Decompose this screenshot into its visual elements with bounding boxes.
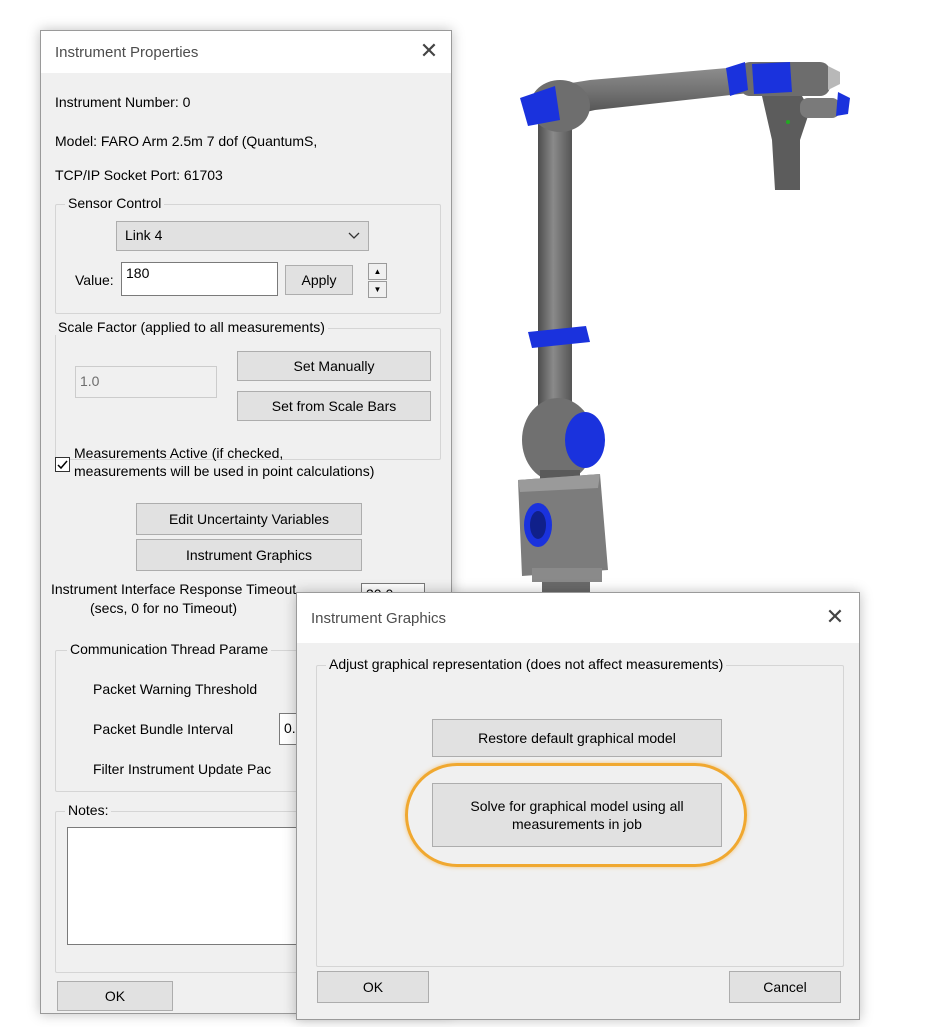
filter-update-label: Filter Instrument Update Pac [93,761,272,777]
comm-thread-label: Communication Thread Parame [67,641,272,657]
socket-port: TCP/IP Socket Port: 61703 [55,167,223,183]
sensor-control-label: Sensor Control [65,195,165,211]
instrument-graphics-dialog: Instrument Graphics ✕ Adjust graphical r… [296,592,860,1020]
value-label: Value: [75,272,114,288]
checkmark-icon [57,460,68,470]
set-from-scale-bars-button[interactable]: Set from Scale Bars [237,391,431,421]
packet-bundle-label: Packet Bundle Interval [93,721,234,737]
edit-uncertainty-button[interactable]: Edit Uncertainty Variables [136,503,362,535]
dialog-title: Instrument Properties [55,44,199,61]
instrument-properties-titlebar: Instrument Properties ✕ [41,31,451,73]
instrument-model: Model: FARO Arm 2.5m 7 dof (QuantumS, [55,133,318,149]
ok-button[interactable]: OK [57,981,173,1011]
measurements-active-checkbox[interactable] [55,457,70,472]
close-icon[interactable]: ✕ [823,605,847,629]
dialog-title: Instrument Graphics [311,610,447,627]
spin-down-button[interactable]: ▼ [368,281,387,298]
measurements-active-label-2: measurements will be used in point calcu… [74,463,375,479]
spin-up-button[interactable]: ▲ [368,263,387,280]
scale-factor-label: Scale Factor (applied to all measurement… [55,319,328,335]
arm-mid-band [528,326,590,348]
sensor-select[interactable]: Link 4 [116,221,369,251]
instrument-graphics-button[interactable]: Instrument Graphics [136,539,362,571]
close-icon[interactable]: ✕ [417,39,441,63]
notes-label: Notes: [65,802,112,818]
arm-vertical-segment [538,110,572,430]
restore-default-model-button[interactable]: Restore default graphical model [432,719,722,757]
timeout-label-1: Instrument Interface Response Timeout [51,581,297,597]
sensor-value-input[interactable]: 180 [121,262,278,296]
faro-arm-3d-model [518,62,850,594]
sensor-select-value: Link 4 [125,227,163,243]
scale-factor-input: 1.0 [75,366,217,398]
graphics-group-label: Adjust graphical representation (does no… [326,656,727,672]
instrument-number: Instrument Number: 0 [55,94,191,110]
set-manually-button[interactable]: Set Manually [237,351,431,381]
packet-warning-label: Packet Warning Threshold [93,681,258,697]
cancel-button[interactable]: Cancel [729,971,841,1003]
measurements-active-label-1: Measurements Active (if checked, [74,445,284,461]
ok-button[interactable]: OK [317,971,429,1003]
timeout-label-2: (secs, 0 for no Timeout) [90,600,238,616]
highlight-oval [405,763,747,867]
instrument-graphics-titlebar: Instrument Graphics ✕ [297,593,859,643]
apply-button[interactable]: Apply [285,265,353,295]
chevron-down-icon [348,232,360,239]
